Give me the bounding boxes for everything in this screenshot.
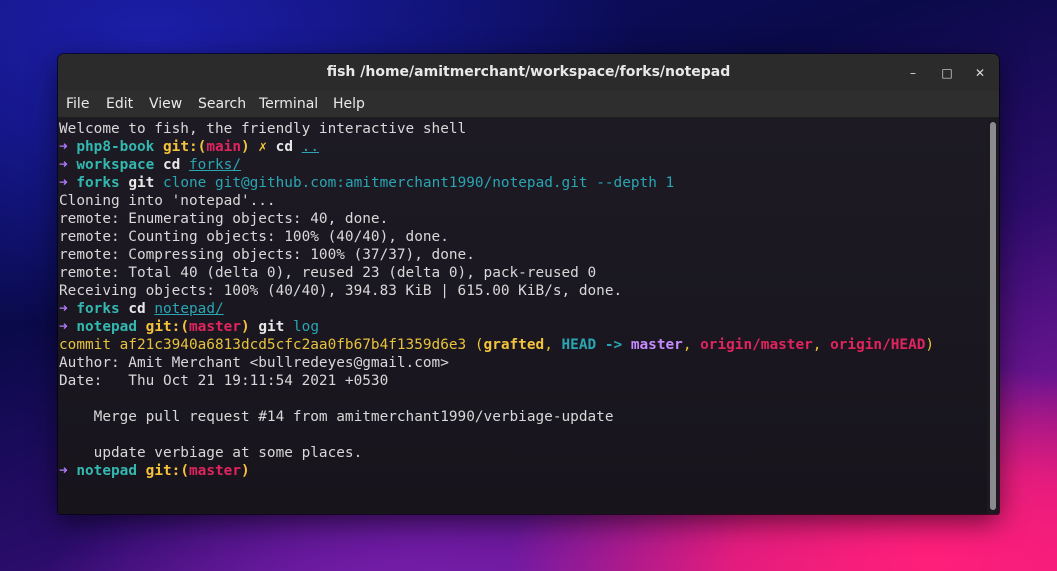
menu-file[interactable]: File xyxy=(66,91,89,117)
ref-origin-master: origin/master xyxy=(700,337,813,353)
command: git xyxy=(258,319,285,335)
prompt-dir: forks xyxy=(76,175,120,191)
prompt-arrow-icon: ➜ xyxy=(59,463,68,479)
commit-message-line: update verbiage at some places. xyxy=(59,445,363,461)
prompt-line: ➜ notepad git:(master) git log xyxy=(59,318,319,336)
menu-view[interactable]: View xyxy=(149,91,182,117)
maximize-icon[interactable]: □ xyxy=(937,63,957,83)
prompt-line: ➜ php8-book git:(main) ✗ cd .. xyxy=(59,138,319,156)
author-line: Author: Amit Merchant <bullredeyes@gmail… xyxy=(59,355,449,371)
commit-line: commit af21c3940a6813dcd5cfc2aa0fb67b4f1… xyxy=(59,336,934,354)
ref-close: ) xyxy=(925,337,935,353)
menu-search[interactable]: Search xyxy=(198,91,246,117)
git-prefix: git:( xyxy=(145,319,189,335)
terminal-window: fish /home/amitmerchant/workspace/forks/… xyxy=(58,54,999,514)
git-suffix: ) xyxy=(240,139,250,155)
prompt-line: ➜ forks git clone git@github.com:amitmer… xyxy=(59,174,674,192)
title-bar[interactable]: fish /home/amitmerchant/workspace/forks/… xyxy=(58,54,999,91)
menu-terminal[interactable]: Terminal xyxy=(259,91,318,117)
prompt-dir: php8-book xyxy=(76,139,155,155)
git-suffix: ) xyxy=(240,319,250,335)
prompt-arrow-icon: ➜ xyxy=(59,139,68,155)
command: cd xyxy=(275,139,293,155)
prompt-arrow-icon: ➜ xyxy=(59,157,68,173)
terminal-output[interactable]: Welcome to fish, the friendly interactiv… xyxy=(58,118,987,514)
git-suffix: ) xyxy=(240,463,250,479)
prompt-arrow-icon: ➜ xyxy=(59,175,68,191)
prompt-dir: notepad xyxy=(76,463,137,479)
date-line: Date: Thu Oct 21 19:11:54 2021 +0530 xyxy=(59,373,389,389)
prompt-dir: notepad xyxy=(76,319,137,335)
commit-message-line: Merge pull request #14 from amitmerchant… xyxy=(59,409,614,425)
git-branch: master xyxy=(189,463,241,479)
command-arg: forks/ xyxy=(189,157,241,173)
ref-grafted: grafted xyxy=(483,337,545,353)
prompt-line: ➜ notepad git:(master) xyxy=(59,462,259,480)
output-line: remote: Total 40 (delta 0), reused 23 (d… xyxy=(59,265,597,281)
output-line: Cloning into 'notepad'... xyxy=(59,193,276,209)
prompt-dir: workspace xyxy=(76,157,155,173)
git-prefix: git:( xyxy=(145,463,189,479)
scrollbar[interactable] xyxy=(987,118,999,514)
prompt-arrow-icon: ➜ xyxy=(59,319,68,335)
minimize-icon[interactable]: – xyxy=(903,63,923,83)
output-line: remote: Enumerating objects: 40, done. xyxy=(59,211,389,227)
command-arg: notepad/ xyxy=(154,301,224,317)
prompt-line: ➜ forks cd notepad/ xyxy=(59,300,224,318)
cursor xyxy=(250,462,259,478)
output-line: Receiving objects: 100% (40/40), 394.83 … xyxy=(59,283,623,299)
ref-head: HEAD -> xyxy=(561,337,631,353)
command-arg: clone git@github.com:amitmerchant1990/no… xyxy=(163,175,675,191)
prompt-dir: forks xyxy=(76,301,120,317)
ref-separator: , xyxy=(682,337,701,353)
command: cd xyxy=(163,157,181,173)
scrollbar-thumb[interactable] xyxy=(990,122,996,510)
close-icon[interactable]: ✕ xyxy=(970,63,990,83)
prompt-line: ➜ workspace cd forks/ xyxy=(59,156,241,174)
ref-separator: , xyxy=(544,337,562,353)
git-branch: main xyxy=(206,139,241,155)
window-title: fish /home/amitmerchant/workspace/forks/… xyxy=(326,64,731,80)
menu-edit[interactable]: Edit xyxy=(106,91,133,117)
dirty-mark-icon: ✗ xyxy=(258,139,267,155)
prompt-arrow-icon: ➜ xyxy=(59,301,68,317)
git-branch: master xyxy=(189,319,241,335)
output-line: remote: Compressing objects: 100% (37/37… xyxy=(59,247,475,263)
welcome-line: Welcome to fish, the friendly interactiv… xyxy=(59,121,467,137)
ref-master: master xyxy=(630,337,683,353)
commit-hash: commit af21c3940a6813dcd5cfc2aa0fb67b4f1… xyxy=(59,337,484,353)
command: git xyxy=(128,175,155,191)
command-arg: log xyxy=(293,319,319,335)
menu-help[interactable]: Help xyxy=(333,91,365,117)
command: cd xyxy=(128,301,146,317)
git-prefix: git:( xyxy=(163,139,207,155)
command-arg: .. xyxy=(301,139,319,155)
menu-bar: File Edit View Search Terminal Help xyxy=(58,91,999,118)
ref-separator: , xyxy=(812,337,831,353)
ref-origin-head: origin/HEAD xyxy=(830,337,926,353)
output-line: remote: Counting objects: 100% (40/40), … xyxy=(59,229,449,245)
